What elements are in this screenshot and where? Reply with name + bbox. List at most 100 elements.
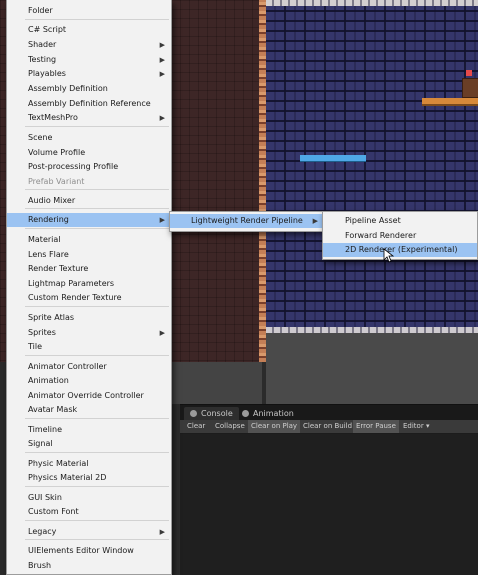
- submenu-arrow-icon: ▶: [312, 217, 318, 225]
- menu-item-animator-controller[interactable]: Animator Controller: [7, 360, 171, 374]
- menu-item-label: Scene: [28, 133, 53, 142]
- menu-item-assembly-definition[interactable]: Assembly Definition: [7, 82, 171, 96]
- console-toolbar: Clear Collapse Clear on Play Clear on Build…: [180, 420, 478, 434]
- scene-empty-area: [170, 362, 262, 404]
- menu-item-sprites[interactable]: Sprites ▶: [7, 326, 171, 340]
- mouse-cursor-icon: [383, 248, 395, 263]
- menu-item-textmeshpro[interactable]: TextMeshPro ▶: [7, 111, 171, 125]
- menu-item-label: Custom Font: [28, 507, 79, 516]
- menu-item-material[interactable]: Material: [7, 233, 171, 247]
- menu-item-physics-material-2d[interactable]: Physics Material 2D: [7, 471, 171, 485]
- menu-item-signal[interactable]: Signal: [7, 437, 171, 451]
- menu-item-label: Assembly Definition: [28, 84, 108, 93]
- menu-item-label: Lightweight Render Pipeline: [191, 216, 303, 225]
- menu-item-lens-flare[interactable]: Lens Flare: [7, 248, 171, 262]
- submenu-arrow-icon: ▶: [159, 56, 165, 64]
- menu-item-testing[interactable]: Testing ▶: [7, 53, 171, 67]
- menu-separator: [25, 486, 169, 487]
- scene-empty-area: [266, 333, 478, 404]
- menu-item-legacy[interactable]: Legacy ▶: [7, 525, 171, 539]
- menu-item-animator-override-controller[interactable]: Animator Override Controller: [7, 389, 171, 403]
- tab-label: Animation: [253, 409, 294, 418]
- animation-icon: [242, 410, 249, 417]
- menu-item-label: Shader: [28, 40, 57, 49]
- menu-item-label: Render Texture: [28, 264, 89, 273]
- menu-item-label: GUI Skin: [28, 493, 62, 502]
- menu-item-lightweight-render-pipeline[interactable]: Lightweight Render Pipeline ▶: [170, 214, 324, 228]
- menu-item-label: 2D Renderer (Experimental): [345, 245, 458, 254]
- menu-item-label: Sprites: [28, 328, 56, 337]
- menu-item-label: Physic Material: [28, 459, 89, 468]
- menu-item-physic-material[interactable]: Physic Material: [7, 457, 171, 471]
- console-clear-on-build-button[interactable]: Clear on Build: [300, 420, 355, 433]
- menu-separator: [25, 418, 169, 419]
- console-panel: Console Animation Clear Collapse Clear on …: [180, 404, 478, 575]
- tab-animation[interactable]: Animation: [236, 407, 300, 420]
- console-clear-button[interactable]: Clear: [184, 420, 208, 433]
- menu-item-label: Sprite Atlas: [28, 313, 75, 322]
- menu-item-avatar-mask[interactable]: Avatar Mask: [7, 403, 171, 417]
- menu-item-uielements-editor-window[interactable]: UIElements Editor Window: [7, 544, 171, 558]
- menu-item-2d-renderer-experimental[interactable]: 2D Renderer (Experimental): [323, 243, 477, 257]
- menu-item-animation[interactable]: Animation: [7, 374, 171, 388]
- submenu-arrow-icon: ▶: [159, 70, 165, 78]
- menu-item-pipeline-asset[interactable]: Pipeline Asset: [323, 214, 477, 228]
- menu-item-folder[interactable]: Folder: [7, 4, 171, 18]
- brick-wall-pattern: [274, 5, 478, 332]
- menu-separator: [25, 452, 169, 453]
- menu-item-gui-skin[interactable]: GUI Skin: [7, 491, 171, 505]
- menu-separator: [25, 355, 169, 356]
- menu-item-label: Pipeline Asset: [345, 216, 401, 225]
- wall-top-border: [266, 0, 478, 6]
- menu-item-custom-render-texture[interactable]: Custom Render Texture: [7, 291, 171, 305]
- menu-item-sprite-atlas[interactable]: Sprite Atlas: [7, 311, 171, 325]
- orange-platform-sprite: [422, 98, 478, 104]
- console-tab-bar: Console Animation: [180, 405, 478, 420]
- console-collapse-button[interactable]: Collapse: [212, 420, 248, 433]
- menu-separator: [25, 539, 169, 540]
- menu-item-tile[interactable]: Tile: [7, 340, 171, 354]
- menu-item-c-script[interactable]: C# Script: [7, 23, 171, 37]
- menu-item-rendering[interactable]: Rendering ▶: [7, 213, 171, 227]
- menu-item-audio-mixer[interactable]: Audio Mixer: [7, 194, 171, 208]
- red-marker-sprite: [466, 70, 472, 76]
- menu-item-label: Animation: [28, 376, 69, 385]
- console-icon: [190, 410, 197, 417]
- rendering-submenu: Lightweight Render Pipeline ▶: [169, 211, 325, 232]
- menu-item-label: Assembly Definition Reference: [28, 99, 151, 108]
- menu-item-label: Lightmap Parameters: [28, 279, 115, 288]
- menu-item-label: Prefab Variant: [28, 177, 85, 186]
- menu-item-label: Playables: [28, 69, 66, 78]
- menu-item-post-processing-profile[interactable]: Post-processing Profile: [7, 160, 171, 174]
- crate-sprite: [462, 78, 478, 98]
- menu-separator: [25, 19, 169, 20]
- blue-platform-sprite: [300, 155, 366, 161]
- console-editor-button[interactable]: Editor ▾: [400, 420, 432, 433]
- tab-console[interactable]: Console: [184, 407, 239, 420]
- menu-item-scene[interactable]: Scene: [7, 131, 171, 145]
- menu-item-label: C# Script: [28, 25, 67, 34]
- menu-item-playables[interactable]: Playables ▶: [7, 67, 171, 81]
- menu-item-label: Forward Renderer: [345, 231, 417, 240]
- console-clear-on-play-button[interactable]: Clear on Play: [248, 420, 301, 433]
- menu-separator: [25, 520, 169, 521]
- menu-item-custom-font[interactable]: Custom Font: [7, 505, 171, 519]
- menu-item-timeline[interactable]: Timeline: [7, 423, 171, 437]
- menu-item-label: UIElements Editor Window: [28, 546, 134, 555]
- menu-item-assembly-definition-reference[interactable]: Assembly Definition Reference: [7, 97, 171, 111]
- submenu-arrow-icon: ▶: [159, 41, 165, 49]
- menu-item-volume-profile[interactable]: Volume Profile: [7, 146, 171, 160]
- menu-separator: [25, 208, 169, 209]
- menu-item-label: Animator Controller: [28, 362, 107, 371]
- menu-item-label: Testing: [28, 55, 57, 64]
- menu-item-forward-renderer[interactable]: Forward Renderer: [323, 229, 477, 243]
- console-error-pause-button[interactable]: Error Pause: [353, 420, 399, 433]
- menu-item-brush[interactable]: Brush: [7, 559, 171, 573]
- menu-item-render-texture[interactable]: Render Texture: [7, 262, 171, 276]
- console-log-area[interactable]: [180, 434, 478, 575]
- menu-item-label: Signal: [28, 439, 53, 448]
- menu-item-label: Timeline: [28, 425, 63, 434]
- menu-item-label: Volume Profile: [28, 148, 86, 157]
- menu-item-lightmap-parameters[interactable]: Lightmap Parameters: [7, 277, 171, 291]
- menu-item-shader[interactable]: Shader ▶: [7, 38, 171, 52]
